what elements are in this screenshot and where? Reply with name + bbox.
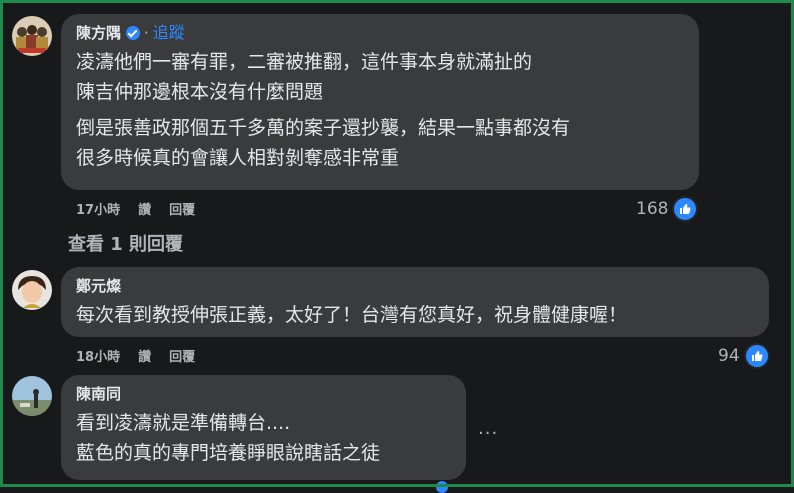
thumbs-up-icon <box>436 481 448 493</box>
reaction-number: 168 <box>636 199 669 219</box>
comment-line: 看到凌濤就是準備轉台.... <box>76 412 291 434</box>
comment-timestamp[interactable]: 18小時 <box>76 346 120 365</box>
reply-link[interactable]: 回覆 <box>169 199 195 218</box>
comment-line: 很多時候真的會讓人相對剝奪感非常重 <box>76 147 400 169</box>
comment-bubble: 鄭元燦 每次看到教授伸張正義，太好了！台灣有您真好，祝身體健康喔！ <box>61 267 769 337</box>
comment-line: 每次看到教授伸張正義，太好了！台灣有您真好，祝身體健康喔！ <box>76 304 628 326</box>
avatar[interactable] <box>12 16 52 56</box>
view-replies-link[interactable]: 查看 1 則回覆 <box>68 230 183 256</box>
comment-line: 藍色的真的專門培養睜眼說瞎話之徒 <box>76 442 381 464</box>
comment-author-row: 陳方隅 · 追蹤 <box>76 23 685 43</box>
follow-button[interactable]: 追蹤 <box>153 23 185 43</box>
avatar[interactable] <box>12 270 52 310</box>
comment-line: 凌濤他們一審有罪，二審被推翻，這件事本身就滿扯的 <box>76 51 533 73</box>
comment-author[interactable]: 陳方隅 <box>76 23 121 43</box>
comment-timestamp[interactable]: 17小時 <box>76 199 120 218</box>
reaction-number: 94 <box>718 346 740 366</box>
more-options-button[interactable]: ... <box>478 418 498 439</box>
comment-author-row: 陳南同 <box>76 384 452 404</box>
avatar[interactable] <box>12 376 52 416</box>
comment-author[interactable]: 鄭元燦 <box>76 276 121 296</box>
comment-bubble: 陳南同 看到凌濤就是準備轉台.... 藍色的真的專門培養睜眼說瞎話之徒 <box>61 375 466 480</box>
comment-line: 倒是張善政那個五千多萬的案子還抄襲，結果一點事都沒有 <box>76 117 571 139</box>
comment-actions: 18小時 讚 回覆 <box>76 346 195 365</box>
comment-author[interactable]: 陳南同 <box>76 384 121 404</box>
reply-link[interactable]: 回覆 <box>169 346 195 365</box>
reaction-count[interactable]: 94 <box>718 343 770 369</box>
separator-dot: · <box>144 24 149 42</box>
verified-badge-icon <box>126 26 141 40</box>
thumbs-up-icon <box>743 343 770 369</box>
comment-bubble: 陳方隅 · 追蹤 凌濤他們一審有罪，二審被推翻，這件事本身就滿扯的 陳吉仲那邊根… <box>61 14 699 190</box>
reaction-count[interactable]: 168 <box>636 196 699 222</box>
comment-line: 陳吉仲那邊根本沒有什麼問題 <box>76 81 324 103</box>
comment-author-row: 鄭元燦 <box>76 276 755 296</box>
thumbs-up-icon <box>672 196 699 222</box>
comment-actions: 17小時 讚 回覆 <box>76 199 195 218</box>
like-link[interactable]: 讚 <box>138 346 151 365</box>
like-link[interactable]: 讚 <box>138 199 151 218</box>
